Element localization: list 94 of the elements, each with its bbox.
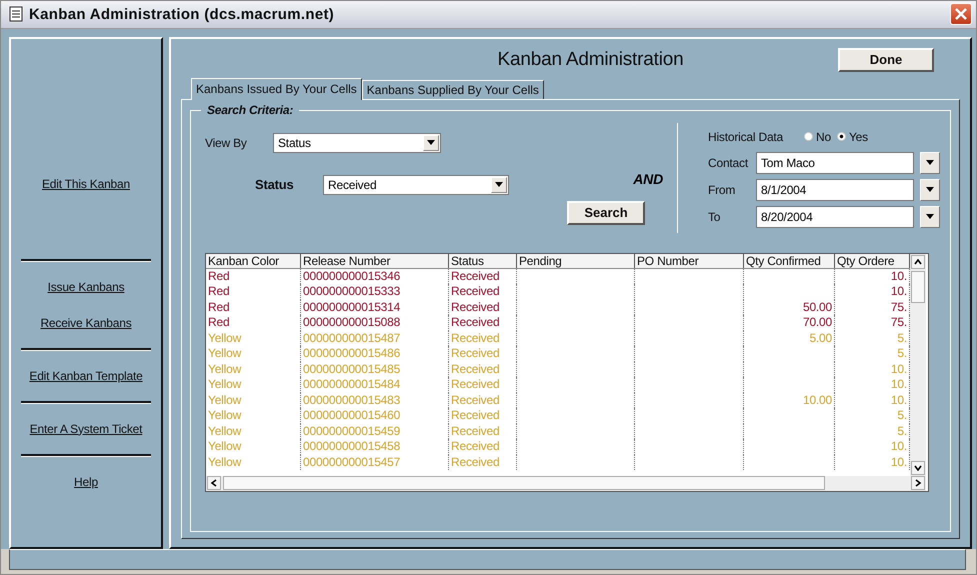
- table-cell: 000000000015485: [301, 362, 449, 378]
- radio-icon[interactable]: [804, 132, 813, 142]
- table-cell: 000000000015457: [301, 454, 449, 470]
- table-cell: 000000000015486: [301, 346, 449, 362]
- dropdown-button[interactable]: [920, 206, 940, 228]
- table-cell: Received: [449, 268, 517, 284]
- radio-option[interactable]: No: [804, 130, 831, 144]
- table-cell: Yellow: [206, 330, 301, 346]
- document-icon: [9, 6, 23, 22]
- table-cell: Received: [449, 300, 517, 316]
- view-by-label: View By: [205, 136, 248, 150]
- horizontal-scrollbar[interactable]: [206, 476, 926, 491]
- table-cell: Yellow: [206, 346, 301, 362]
- table-cell: 70.00: [744, 315, 835, 331]
- dropdown-button[interactable]: [920, 152, 940, 174]
- table-cell: Received: [449, 377, 517, 393]
- column-header[interactable]: Release Number: [301, 254, 449, 268]
- caret-icon: [926, 187, 934, 192]
- column-header[interactable]: Status: [449, 254, 517, 268]
- scroll-thumb[interactable]: [223, 476, 825, 490]
- table-cell: 000000000015487: [301, 330, 449, 346]
- table-cell: Yellow: [206, 392, 301, 408]
- table-cell: 000000000015346: [301, 268, 449, 284]
- column-header[interactable]: Qty Confirmed: [744, 254, 835, 268]
- view-by-dropdown[interactable]: Status: [273, 132, 441, 153]
- caret-icon: [926, 160, 934, 166]
- table-cell: Received: [449, 362, 517, 378]
- caret-icon: [427, 140, 435, 146]
- sidebar-link[interactable]: Enter A System Ticket: [30, 422, 142, 436]
- field-label: Contact: [708, 156, 750, 170]
- table-cell: Yellow: [206, 454, 301, 470]
- search-button[interactable]: Search: [567, 200, 645, 225]
- table-cell: 000000000015460: [301, 408, 449, 424]
- table-cell: Yellow: [206, 362, 301, 378]
- table-cell: Received: [449, 408, 517, 424]
- table-cell: Yellow: [206, 424, 301, 440]
- historical-data-label: Historical Data: [708, 130, 784, 144]
- page-title: Kanban Administration: [498, 48, 684, 71]
- table-cell: Yellow: [206, 377, 301, 393]
- table-cell: Received: [449, 284, 517, 300]
- scroll-thumb[interactable]: [911, 270, 925, 303]
- table-cell: 000000000015314: [301, 300, 449, 316]
- table-cell: Yellow: [206, 439, 301, 455]
- sidebar-link[interactable]: Help: [74, 474, 98, 489]
- sidebar-link[interactable]: Edit Kanban Template: [29, 368, 143, 383]
- sidebar-link[interactable]: Edit This Kanban: [42, 176, 130, 191]
- table-cell: Received: [449, 315, 517, 331]
- radio-option[interactable]: Yes: [836, 130, 868, 144]
- field-label: To: [708, 210, 722, 224]
- table-cell: 000000000015459: [301, 424, 449, 440]
- table-cell: 000000000015483: [301, 392, 449, 408]
- status-label: Status: [255, 177, 295, 192]
- tab[interactable]: Kanbans Supplied By Your Cells: [362, 80, 544, 99]
- table-cell: Received: [449, 346, 517, 362]
- table-cell: 000000000015333: [301, 284, 449, 300]
- sidebar-link[interactable]: Issue Kanbans: [48, 280, 124, 294]
- table-cell: Received: [449, 330, 517, 346]
- table-cell: 10.00: [744, 392, 835, 408]
- and-label: AND: [633, 170, 663, 187]
- table-cell: Red: [206, 268, 301, 284]
- sidebar-link[interactable]: Receive Kanbans: [40, 316, 132, 330]
- status-dropdown[interactable]: Received: [323, 174, 509, 195]
- table-cell: Red: [206, 284, 301, 300]
- radio-icon[interactable]: [836, 132, 846, 142]
- dropdown-button[interactable]: [920, 178, 940, 201]
- table-cell: Red: [206, 300, 301, 316]
- input-field[interactable]: Tom Maco: [756, 152, 914, 174]
- table-cell: Red: [206, 315, 301, 331]
- tab[interactable]: Kanbans Issued By Your Cells: [191, 78, 362, 100]
- caret-icon: [495, 182, 503, 188]
- window-title: Kanban Administration (dcs.macrum.net): [29, 6, 336, 23]
- table-cell: Received: [449, 424, 517, 440]
- table-cell: 000000000015088: [301, 315, 449, 331]
- column-header[interactable]: Kanban Color: [206, 254, 301, 268]
- table-cell: 000000000015458: [301, 439, 449, 455]
- table-cell: 50.00: [744, 300, 835, 316]
- table-cell: Received: [449, 392, 517, 408]
- table-cell: 5.00: [744, 330, 835, 346]
- vertical-scrollbar[interactable]: [910, 254, 926, 476]
- close-button[interactable]: [950, 3, 972, 26]
- input-field[interactable]: 8/20/2004: [756, 206, 914, 228]
- table-cell: Yellow: [206, 408, 301, 424]
- field-label: From: [708, 182, 736, 197]
- done-button[interactable]: Done: [838, 48, 934, 72]
- column-header[interactable]: Pending: [517, 254, 635, 268]
- group-legend: Search Criteria:: [201, 102, 300, 117]
- input-field[interactable]: 8/1/2004: [756, 178, 914, 201]
- caret-icon: [926, 214, 934, 220]
- table-cell: Received: [449, 439, 517, 455]
- table-cell: Received: [449, 454, 517, 470]
- table-cell: 000000000015484: [301, 377, 449, 393]
- close-icon: [954, 7, 968, 22]
- column-header[interactable]: PO Number: [635, 254, 744, 268]
- column-header[interactable]: Qty Ordere: [835, 254, 910, 268]
